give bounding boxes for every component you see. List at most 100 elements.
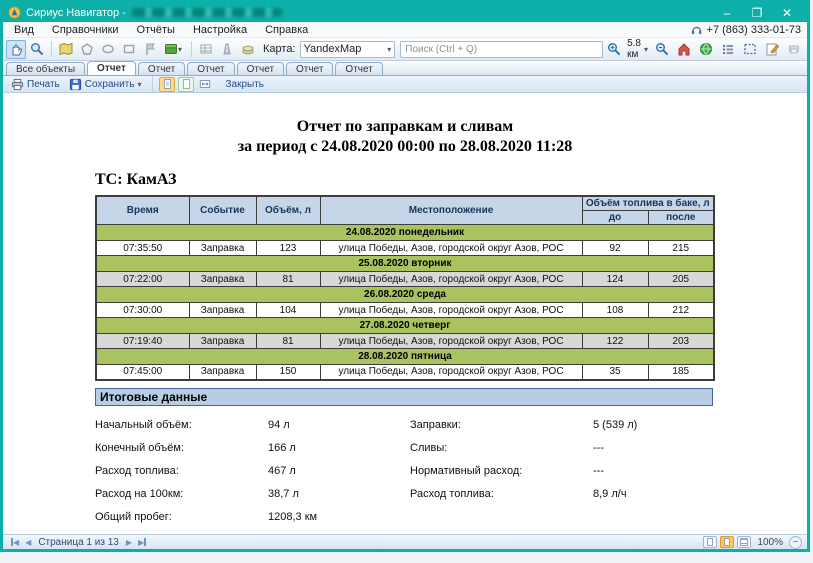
zoom-minus-button[interactable]: − — [789, 536, 802, 549]
flag-tool-button[interactable] — [140, 40, 160, 59]
globe-icon — [699, 42, 713, 56]
menu-item-vid[interactable]: Вид — [5, 22, 43, 37]
full-page-view-button[interactable] — [178, 77, 194, 92]
polygon-tool-button[interactable] — [77, 40, 97, 59]
table-row: 07:35:50Заправка123улица Победы, Азов, г… — [96, 241, 714, 256]
multi-page-view-button[interactable] — [737, 536, 751, 548]
zoom-level: 100% — [757, 537, 783, 548]
cell-event: Заправка — [189, 365, 256, 380]
last-page-button[interactable]: ▶ — [135, 538, 149, 547]
toolbar-separator — [51, 41, 52, 57]
report-table: ВремяСобытиеОбъём, лМестоположениеОбъём … — [95, 195, 715, 381]
map-edit-icon — [59, 42, 73, 56]
legend-button[interactable] — [718, 40, 738, 59]
tab-report-6[interactable]: Отчет — [335, 62, 382, 75]
group-label: 27.08.2020 четверг — [96, 318, 714, 334]
tab-all-objects[interactable]: Все объекты — [6, 62, 85, 75]
col-header: Событие — [189, 196, 256, 225]
main-toolbar: ▾ Карта: YandexMap ▾ — [3, 38, 807, 61]
map-select[interactable]: YandexMap ▾ — [300, 41, 396, 58]
zoom-out-icon — [655, 42, 669, 56]
map-edit-button[interactable] — [56, 40, 76, 59]
printer-gray-icon — [787, 42, 801, 56]
globe-button[interactable] — [696, 40, 716, 59]
vehicle-label: ТС: КамАЗ — [95, 171, 807, 189]
coins-tool-button[interactable] — [238, 40, 258, 59]
map-select-label: Карта: — [263, 43, 296, 55]
tab-report-1[interactable]: Отчет — [87, 61, 136, 75]
menu-item-spravochniki[interactable]: Справочники — [43, 22, 128, 37]
close-report-button[interactable]: Закрыть — [222, 77, 267, 92]
fuel-sub-header: после — [648, 211, 714, 225]
table-row: 07:30:00Заправка104улица Победы, Азов, г… — [96, 303, 714, 318]
layers-caret-icon: ▾ — [178, 45, 182, 54]
tab-report-5[interactable]: Отчет — [286, 62, 333, 75]
rectangle-tool-button[interactable] — [119, 40, 139, 59]
search-input[interactable] — [400, 41, 603, 58]
prev-page-button[interactable]: ◀ — [22, 538, 34, 547]
cell-location: улица Победы, Азов, городской округ Азов… — [320, 241, 582, 256]
headset-icon — [690, 23, 703, 36]
maximize-button[interactable]: ❐ — [742, 4, 772, 21]
select-area-button[interactable] — [740, 40, 760, 59]
first-page-button[interactable]: ◀ — [8, 538, 22, 547]
totals-right-value: --- — [593, 465, 713, 477]
map-scale-value[interactable]: 5.8 км — [627, 38, 641, 60]
col-header: Время — [96, 196, 189, 225]
print-button[interactable]: Печать — [8, 77, 63, 92]
single-page-view-button[interactable] — [159, 77, 175, 92]
edit-note-button[interactable] — [762, 40, 782, 59]
close-button[interactable]: ✕ — [772, 4, 802, 21]
normal-view-button[interactable] — [703, 536, 717, 548]
page-layout-view-button[interactable] — [720, 536, 734, 548]
coins-icon — [241, 42, 255, 56]
menu-bar: ВидСправочникиОтчётыНастройкаСправка +7 … — [3, 22, 807, 38]
fuel-sub-header: до — [582, 211, 648, 225]
minimize-button[interactable]: – — [712, 4, 742, 21]
menu-item-otchyoty[interactable]: Отчёты — [128, 22, 184, 37]
fit-width-icon — [199, 78, 211, 90]
scale-caret-icon[interactable]: ▾ — [644, 45, 648, 54]
road-tool-button[interactable] — [217, 40, 237, 59]
save-button[interactable]: Сохранить ▾ — [66, 77, 147, 92]
zoom-out-button[interactable] — [652, 40, 672, 59]
table-view-button[interactable] — [196, 40, 216, 59]
map-view-tools: 5.8 км ▾ — [604, 38, 804, 60]
table-row: 07:22:00Заправка81улица Победы, Азов, го… — [96, 272, 714, 287]
table-row: 07:19:40Заправка81улица Победы, Азов, го… — [96, 334, 714, 349]
cell-event: Заправка — [189, 241, 256, 256]
group-row: 24.08.2020 понедельник — [96, 225, 714, 241]
tab-report-4[interactable]: Отчет — [237, 62, 284, 75]
totals-left-value: 467 л — [268, 465, 410, 477]
phone-number: +7 (863) 333-01-73 — [707, 24, 801, 36]
pan-tool-button[interactable] — [6, 40, 26, 59]
print-icon — [11, 78, 24, 91]
layers-button[interactable]: ▾ — [161, 40, 187, 59]
group-label: 25.08.2020 вторник — [96, 256, 714, 272]
totals-header: Итоговые данные — [95, 388, 713, 406]
polygon-icon — [80, 42, 94, 56]
ellipse-tool-button[interactable] — [98, 40, 118, 59]
fit-width-view-button[interactable] — [197, 77, 213, 92]
toolbar-separator — [191, 41, 192, 57]
status-bar: ◀ ◀ Страница 1 из 13 ▶ ▶ 100% − — [3, 534, 807, 549]
page-indicator: Страница 1 из 13 — [38, 537, 119, 548]
rectangle-icon — [122, 42, 136, 56]
zoom-in-button[interactable] — [604, 40, 624, 59]
menu-item-nastroyka[interactable]: Настройка — [184, 22, 256, 37]
menu-item-spravka[interactable]: Справка — [256, 22, 317, 37]
save-dropdown-caret-icon[interactable]: ▾ — [137, 80, 141, 89]
cell-time: 07:30:00 — [96, 303, 189, 318]
tab-report-2[interactable]: Отчет — [138, 62, 185, 75]
home-button[interactable] — [674, 40, 694, 59]
tab-strip: Все объектыОтчетОтчетОтчетОтчетОтчетОтче… — [3, 61, 807, 76]
totals-right-label — [410, 511, 593, 523]
table-icon — [199, 42, 213, 56]
zoom-tool-button[interactable] — [27, 40, 47, 59]
next-page-button[interactable]: ▶ — [123, 538, 135, 547]
report-title: Отчет по заправкам и сливам за период с … — [3, 117, 807, 157]
totals-right-label: Заправки: — [410, 419, 593, 431]
tab-report-3[interactable]: Отчет — [187, 62, 234, 75]
print-map-button[interactable] — [784, 40, 804, 59]
totals-right-label: Сливы: — [410, 442, 593, 454]
